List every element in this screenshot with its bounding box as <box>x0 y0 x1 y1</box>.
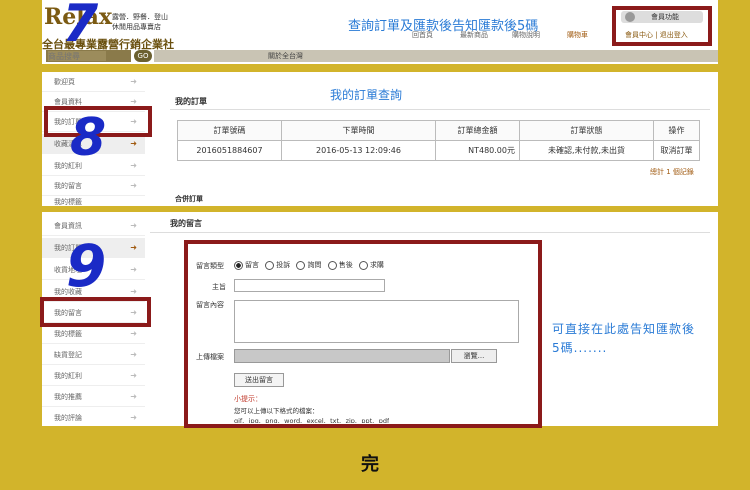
nav-home[interactable]: 回首頁 <box>412 30 433 40</box>
header-annotation: 查詢訂單及匯款後告知匯款後5碼 <box>348 19 539 34</box>
sidebar-item-referral[interactable]: 我的推薦 ➜ <box>42 387 145 407</box>
radio-inquiry[interactable] <box>296 260 306 270</box>
arrow-right-icon: ➜ <box>130 221 137 230</box>
table-row: 2016051884607 2016-05-13 12:09:46 NT480.… <box>177 140 700 161</box>
message-divider <box>150 232 710 233</box>
orders-table: 訂單號碼 下單時間 訂單總金額 訂單狀態 操作 2016051884607 20… <box>177 120 700 161</box>
user-icon <box>625 12 635 22</box>
member-label: 會員功能 <box>651 13 679 21</box>
order-time: 2016-05-13 12:09:46 <box>281 140 436 161</box>
arrow-right-icon: ➜ <box>130 181 137 190</box>
hint-title: 小提示： <box>234 395 262 403</box>
order-number[interactable]: 2016051884607 <box>177 140 282 161</box>
nav-shopping-guide[interactable]: 購物說明 <box>512 30 540 40</box>
nav-cart[interactable]: 購物車 <box>567 30 588 40</box>
col-order-status: 訂單狀態 <box>519 120 654 141</box>
store-line2: 休閒用品專賣店 <box>112 23 161 31</box>
messages-frame <box>40 297 151 327</box>
arrow-right-icon: ➜ <box>130 139 137 148</box>
about-link[interactable]: 關於全台灣 <box>268 50 303 62</box>
order-title: 我的訂單 <box>175 97 207 106</box>
order-divider <box>170 109 710 110</box>
col-order-total: 訂單總金額 <box>435 120 520 141</box>
arrow-right-icon: ➜ <box>130 161 137 170</box>
radio-complaint[interactable] <box>265 260 275 270</box>
sidebar-item-bonus-2[interactable]: 我的紅利 ➜ <box>42 366 145 386</box>
arrow-right-icon: ➜ <box>130 265 137 274</box>
sidebar-item-stockout[interactable]: 缺貨登記 ➜ <box>42 345 145 365</box>
col-actions: 操作 <box>653 120 700 141</box>
table-header-row: 訂單號碼 下單時間 訂單總金額 訂單狀態 操作 <box>177 120 700 141</box>
order-annotation: 我的訂單查詢 <box>330 88 403 102</box>
type-label: 留言類型 <box>196 262 224 270</box>
upload-label: 上傳檔案 <box>196 353 224 361</box>
message-title: 我的留言 <box>170 219 202 228</box>
radio-purchase[interactable] <box>358 260 368 270</box>
hint-formats: gif、jpg、png、word、excel、txt、zip、ppt、pdf <box>234 417 390 423</box>
upload-field[interactable] <box>234 349 450 363</box>
order-total-count: 總計 1 個記錄 <box>650 168 694 176</box>
content-textarea[interactable] <box>234 300 519 343</box>
arrow-right-icon: ➜ <box>130 77 137 86</box>
arrow-right-icon: ➜ <box>130 329 137 338</box>
radio-aftersale[interactable] <box>327 260 337 270</box>
sidebar-item-messages[interactable]: 我的留言 ➜ <box>42 176 145 196</box>
order-status: 未確認,未付款,未出貨 <box>519 140 654 161</box>
cancel-order-link[interactable]: 取消訂單 <box>653 140 700 161</box>
arrow-right-icon: ➜ <box>130 243 137 252</box>
arrow-right-icon: ➜ <box>130 392 137 401</box>
sidebar-item-reviews[interactable]: 我的評論 ➜ <box>42 408 145 428</box>
search-go-button[interactable]: GO <box>134 50 152 62</box>
sidebar-item-tags[interactable]: 我的標籤 <box>42 196 145 206</box>
top-bar <box>154 50 718 62</box>
type-radio-group: 留言 投訴 詢問 售後 求購 <box>230 260 384 270</box>
sidebar-item-tags-2[interactable]: 我的標籤 ➜ <box>42 324 145 344</box>
hint-text: 您可以上傳以下格式的檔案： <box>234 407 319 415</box>
arrow-right-icon: ➜ <box>130 413 137 422</box>
step-number-9: 9 <box>66 232 107 300</box>
nav-new-products[interactable]: 最新商品 <box>460 30 488 40</box>
member-links[interactable]: 會員中心 | 退出登入 <box>625 30 688 40</box>
merge-orders-title: 合併訂單 <box>175 195 203 203</box>
step-number-8: 8 <box>70 108 107 168</box>
subject-input[interactable] <box>234 279 385 292</box>
footer-text: 完 <box>361 454 379 475</box>
header-panel: Relax 露營．野餐．登山 休閒用品專賣店 全台最專業露營行銷企業社 GO 關… <box>42 0 718 64</box>
browse-button[interactable]: 瀏覽... <box>451 349 497 363</box>
col-order-time: 下單時間 <box>281 120 436 141</box>
store-line1: 露營．野餐．登山 <box>112 13 168 21</box>
radio-message[interactable] <box>234 260 243 270</box>
content-label: 留言內容 <box>196 301 224 309</box>
step-number-7: 7 <box>62 0 99 54</box>
arrow-right-icon: ➜ <box>130 350 137 359</box>
order-total: NT480.00元 <box>435 140 520 161</box>
submit-button[interactable]: 送出留言 <box>234 373 284 387</box>
message-annotation: 可直接在此處告知匯款後5碼....... <box>552 322 696 355</box>
subject-label: 主旨 <box>212 283 226 291</box>
arrow-right-icon: ➜ <box>130 371 137 380</box>
sidebar-item-welcome[interactable]: 歡迎頁 ➜ <box>42 72 145 92</box>
col-order-number: 訂單號碼 <box>177 120 282 141</box>
